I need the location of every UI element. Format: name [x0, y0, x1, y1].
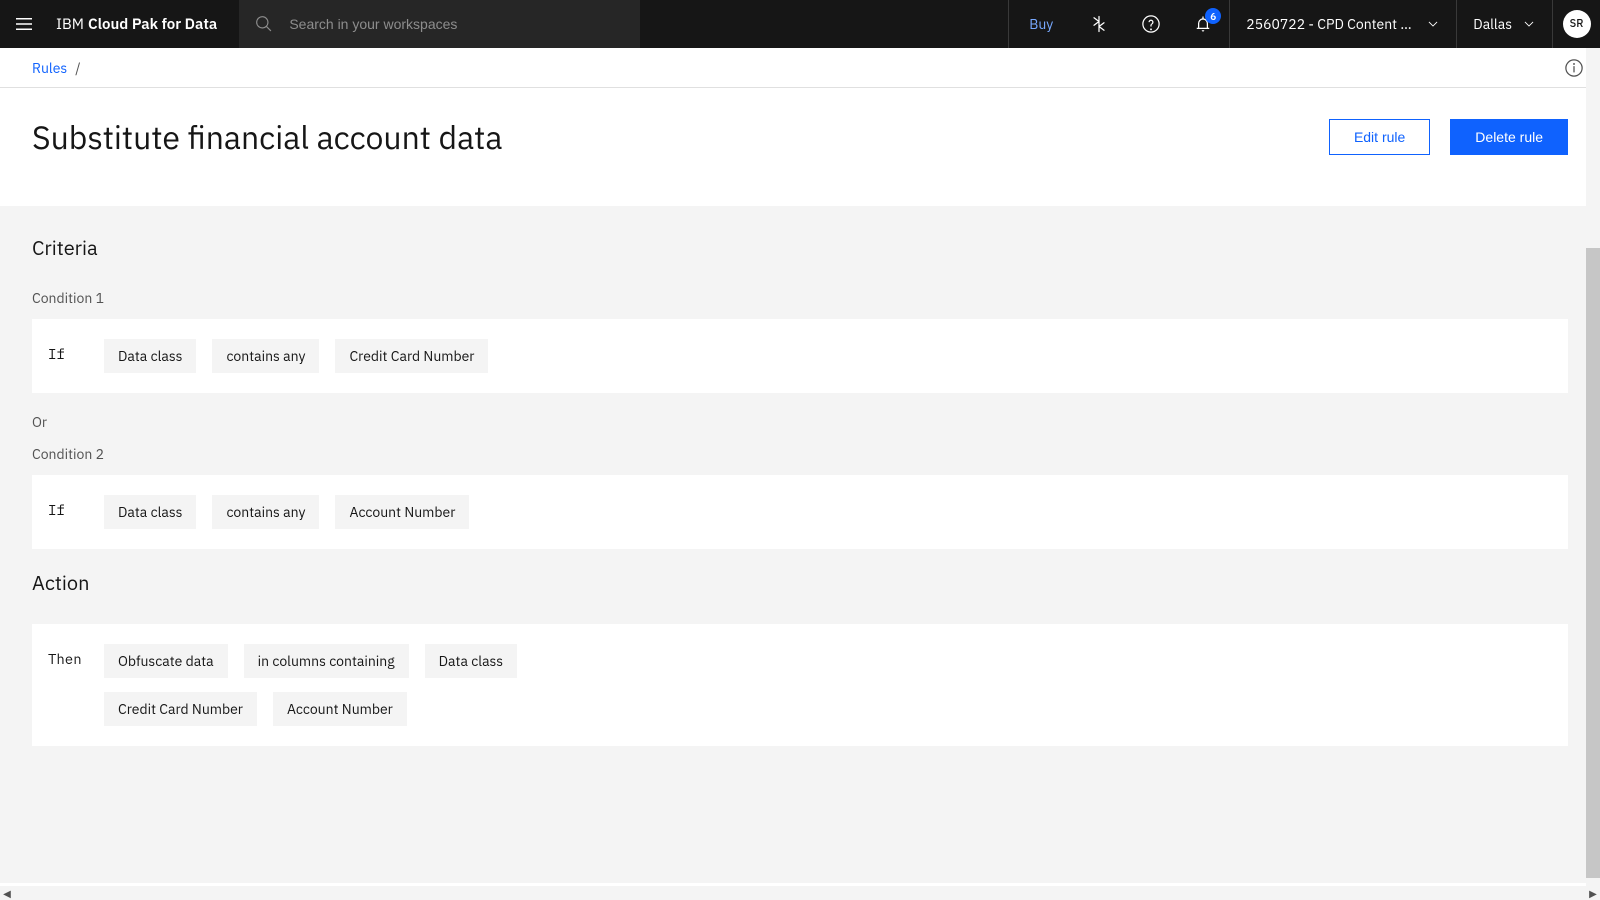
token-operator: contains any — [212, 339, 319, 373]
hamburger-icon — [14, 14, 34, 34]
edit-rule-button[interactable]: Edit rule — [1329, 119, 1430, 155]
account-switcher[interactable]: 2560722 - CPD Content D... — [1229, 0, 1456, 48]
region-switcher[interactable]: Dallas — [1456, 0, 1552, 48]
product-brand: IBM Cloud Pak for Data — [48, 15, 233, 34]
condition1-tokens: Data class contains any Credit Card Numb… — [104, 339, 488, 373]
info-button[interactable] — [1564, 58, 1584, 78]
rule-content: Criteria Condition 1 If Data class conta… — [0, 206, 1600, 883]
action-token-group: Obfuscate data in columns containing Dat… — [104, 644, 517, 726]
then-label: Then — [48, 644, 88, 668]
action-heading: Action — [32, 569, 1568, 596]
chevron-down-icon — [1522, 17, 1536, 31]
vertical-scrollbar[interactable] — [1586, 48, 1600, 886]
token-subject: Data class — [104, 339, 196, 373]
buy-link[interactable]: Buy — [1008, 0, 1073, 48]
if-label: If — [48, 339, 88, 363]
condition1-label: Condition 1 — [32, 289, 1568, 307]
help-button[interactable] — [1125, 0, 1177, 48]
vertical-scrollbar-thumb[interactable] — [1586, 248, 1600, 878]
scroll-right-arrow[interactable]: ▶ — [1586, 887, 1600, 900]
info-icon — [1564, 58, 1584, 78]
token-value: Account Number — [335, 495, 469, 529]
notifications-button[interactable]: 6 — [1177, 0, 1229, 48]
action-row2: Credit Card Number Account Number — [104, 692, 517, 726]
global-search[interactable] — [239, 0, 639, 48]
token-subject: Data class — [104, 495, 196, 529]
token-target: Data class — [425, 644, 517, 678]
notification-badge: 6 — [1205, 8, 1221, 24]
token-value: Credit Card Number — [335, 339, 488, 373]
if-label: If — [48, 495, 88, 519]
page-header: Substitute financial account data Edit r… — [0, 88, 1600, 206]
breadcrumb: Rules / — [0, 48, 1600, 88]
token-value: Credit Card Number — [104, 692, 257, 726]
search-input[interactable] — [289, 16, 623, 32]
brand-light: IBM — [56, 15, 84, 34]
help-icon — [1141, 14, 1161, 34]
brand-bold: Cloud Pak for Data — [88, 15, 217, 34]
breadcrumb-root[interactable]: Rules — [32, 59, 67, 77]
search-icon — [255, 15, 273, 33]
token-value: Account Number — [273, 692, 407, 726]
condition1-box: If Data class contains any Credit Card N… — [32, 319, 1568, 393]
breadcrumb-separator: / — [75, 59, 80, 77]
page-title: Substitute financial account data — [32, 116, 1329, 158]
chevron-down-icon — [1426, 17, 1440, 31]
condition2-tokens: Data class contains any Account Number — [104, 495, 469, 529]
token-operator: contains any — [212, 495, 319, 529]
criteria-heading: Criteria — [32, 234, 1568, 261]
action-box: Then Obfuscate data in columns containin… — [32, 624, 1568, 746]
horizontal-scrollbar[interactable]: ◀ ▶ — [0, 886, 1600, 900]
global-header: IBM Cloud Pak for Data Buy 6 2560722 - C… — [0, 0, 1600, 48]
action-row1: Obfuscate data in columns containing Dat… — [104, 644, 517, 678]
menu-button[interactable] — [0, 0, 48, 48]
condition2-label: Condition 2 — [32, 445, 1568, 463]
token-action: Obfuscate data — [104, 644, 228, 678]
condition2-box: If Data class contains any Account Numbe… — [32, 475, 1568, 549]
avatar: SR — [1563, 10, 1591, 38]
signpost-icon — [1089, 14, 1109, 34]
user-menu[interactable]: SR — [1552, 0, 1600, 48]
scroll-left-arrow[interactable]: ◀ — [0, 887, 14, 900]
signpost-button[interactable] — [1073, 0, 1125, 48]
or-label: Or — [32, 413, 1568, 431]
token-qualifier: in columns containing — [244, 644, 409, 678]
account-label: 2560722 - CPD Content D... — [1246, 15, 1416, 33]
delete-rule-button[interactable]: Delete rule — [1450, 119, 1568, 155]
region-label: Dallas — [1473, 15, 1512, 33]
header-right: Buy 6 2560722 - CPD Content D... Dallas … — [1008, 0, 1600, 48]
